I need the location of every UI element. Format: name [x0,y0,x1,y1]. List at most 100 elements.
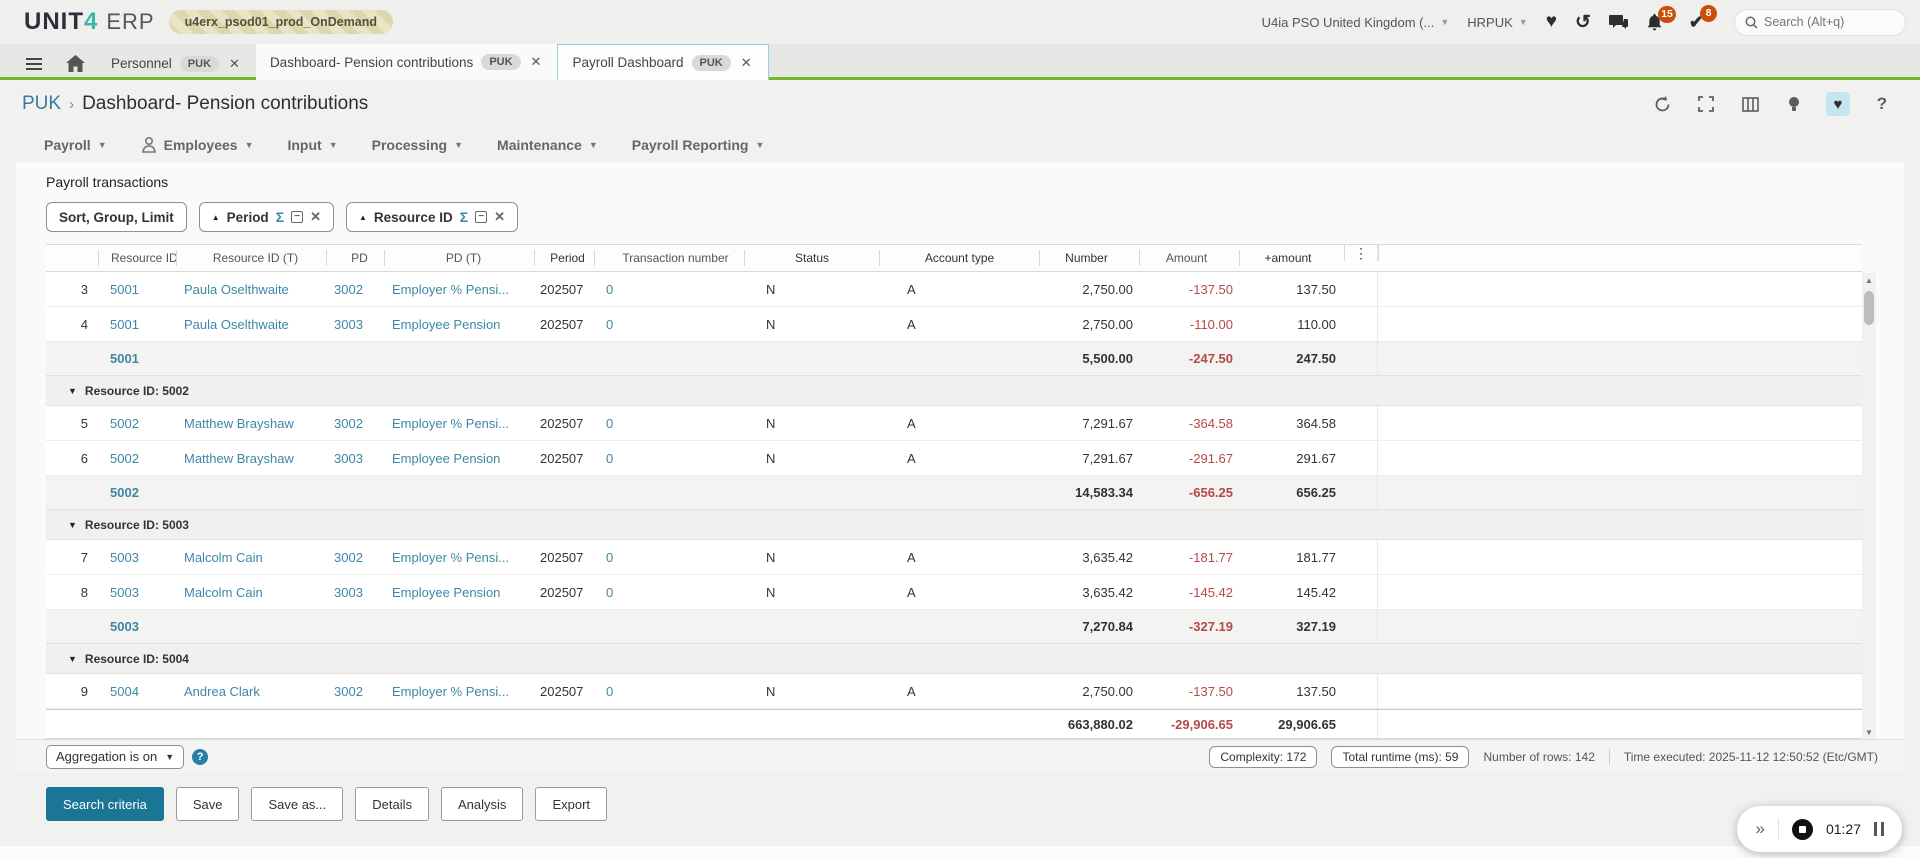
resource-id-link[interactable]: 5004 [98,684,176,699]
pd-description-link[interactable]: Employer % Pensi... [384,282,534,297]
pd-link[interactable]: 3002 [326,416,384,431]
col-header-transaction-number[interactable]: Transaction number [594,250,744,266]
pd-description-link[interactable]: Employer % Pensi... [384,684,534,699]
resource-name-link[interactable]: Paula Oselthwaite [176,282,326,297]
transaction-number-link[interactable]: 0 [594,317,744,332]
menu-hamburger-icon[interactable] [14,47,54,80]
resource-name-link[interactable]: Paula Oselthwaite [176,317,326,332]
favorites-heart-icon[interactable]: ♥ [1546,11,1557,33]
pd-link[interactable]: 3003 [326,585,384,600]
menu-employees[interactable]: Employees▼ [141,136,254,154]
search-criteria-button[interactable]: Search criteria [46,787,164,821]
history-icon[interactable]: ↺ [1575,11,1591,34]
group-collapse-icon[interactable]: ▼ [68,520,77,530]
pd-link[interactable]: 3003 [326,451,384,466]
col-header-pd-t[interactable]: PD (T) [384,250,534,266]
save-button[interactable]: Save [176,787,240,821]
resource-id-link[interactable]: 5002 [98,416,176,431]
columns-icon[interactable] [1738,92,1762,116]
save-as-button[interactable]: Save as... [251,787,343,821]
col-header-pd[interactable]: PD [326,250,384,266]
col-header-plus-amount[interactable]: +amount [1239,250,1344,266]
favorite-heart-icon[interactable]: ♥ [1826,92,1850,116]
col-header-amount[interactable]: Amount [1139,250,1239,266]
resource-name-link[interactable]: Matthew Brayshaw [176,416,326,431]
resource-name-link[interactable]: Andrea Clark [176,684,326,699]
aggregation-help-icon[interactable]: ? [192,749,208,765]
group-chip-resource-id[interactable]: ▲ Resource ID Σ − ✕ [346,202,518,232]
pd-description-link[interactable]: Employee Pension [384,585,534,600]
analysis-button[interactable]: Analysis [441,787,523,821]
collapse-icon[interactable]: − [291,211,303,223]
menu-input[interactable]: Input▼ [287,137,337,153]
details-button[interactable]: Details [355,787,429,821]
sort-group-limit-button[interactable]: Sort, Group, Limit [46,202,187,232]
company-selector[interactable]: U4ia PSO United Kingdom (... ▼ [1262,15,1450,30]
remove-icon[interactable]: ✕ [310,209,321,225]
collapse-icon[interactable]: − [475,211,487,223]
transaction-number-link[interactable]: 0 [594,585,744,600]
help-icon[interactable]: ? [1870,92,1894,116]
col-header-resource-id-t[interactable]: Resource ID (T) [176,250,326,266]
sort-asc-icon[interactable]: ▲ [359,213,367,222]
pd-link[interactable]: 3002 [326,684,384,699]
pd-link[interactable]: 3002 [326,550,384,565]
group-header-label[interactable]: ▼Resource ID: 5003 [46,518,189,532]
chat-icon[interactable] [1609,14,1628,31]
col-header-resource-id[interactable]: Resource ID [98,250,176,266]
global-search[interactable] [1734,9,1906,36]
tab-payroll-dashboard[interactable]: Payroll Dashboard PUK ✕ [557,44,768,80]
lightbulb-icon[interactable] [1782,92,1806,116]
group-collapse-icon[interactable]: ▼ [68,386,77,396]
col-header-account-type[interactable]: Account type [879,250,1039,266]
pd-link[interactable]: 3003 [326,317,384,332]
sort-asc-icon[interactable]: ▲ [212,213,220,222]
recording-timer-widget[interactable]: » 01:27 [1737,806,1902,852]
resource-id-link[interactable]: 5001 [98,317,176,332]
resource-name-link[interactable]: Matthew Brayshaw [176,451,326,466]
scrollbar-thumb[interactable] [1864,291,1874,325]
menu-payroll[interactable]: Payroll▼ [44,137,107,153]
transaction-number-link[interactable]: 0 [594,550,744,565]
resource-id-link[interactable]: 5003 [98,550,176,565]
scroll-down-icon[interactable]: ▼ [1862,725,1876,739]
sum-icon[interactable]: Σ [460,209,468,225]
fullscreen-icon[interactable] [1694,92,1718,116]
scroll-up-icon[interactable]: ▲ [1862,273,1876,287]
resource-name-link[interactable]: Malcolm Cain [176,550,326,565]
collapse-chevrons-icon[interactable]: » [1755,819,1764,839]
transaction-number-link[interactable]: 0 [594,416,744,431]
export-button[interactable]: Export [535,787,607,821]
notifications-bell-icon[interactable]: 15 [1646,13,1663,32]
tab-personnel[interactable]: Personnel PUK ✕ [97,47,256,80]
sum-icon[interactable]: Σ [276,209,284,225]
col-header-number[interactable]: Number [1039,250,1139,266]
remove-icon[interactable]: ✕ [494,209,505,225]
vertical-scrollbar[interactable]: ▲ ▼ [1862,273,1876,739]
pd-description-link[interactable]: Employee Pension [384,317,534,332]
home-icon[interactable] [54,47,97,80]
stop-recording-icon[interactable] [1792,819,1813,840]
close-icon[interactable]: ✕ [739,55,754,71]
column-menu-kebab-icon[interactable]: ⋮ [1354,248,1368,258]
pd-description-link[interactable]: Employee Pension [384,451,534,466]
pd-description-link[interactable]: Employer % Pensi... [384,416,534,431]
menu-maintenance[interactable]: Maintenance▼ [497,137,598,153]
col-header-period[interactable]: Period [534,250,594,266]
role-selector[interactable]: HRPUK ▼ [1467,15,1527,30]
close-icon[interactable]: ✕ [529,54,544,70]
transaction-number-link[interactable]: 0 [594,684,744,699]
transaction-number-link[interactable]: 0 [594,451,744,466]
group-collapse-icon[interactable]: ▼ [68,654,77,664]
refresh-icon[interactable] [1650,92,1674,116]
resource-id-link[interactable]: 5002 [98,451,176,466]
tasks-check-icon[interactable]: ✔ 8 [1689,12,1704,33]
menu-payroll-reporting[interactable]: Payroll Reporting▼ [632,137,765,153]
group-header-label[interactable]: ▼Resource ID: 5002 [46,384,189,398]
resource-name-link[interactable]: Malcolm Cain [176,585,326,600]
resource-id-link[interactable]: 5003 [98,585,176,600]
pd-link[interactable]: 3002 [326,282,384,297]
group-chip-period[interactable]: ▲ Period Σ − ✕ [199,202,334,232]
pd-description-link[interactable]: Employer % Pensi... [384,550,534,565]
transaction-number-link[interactable]: 0 [594,282,744,297]
